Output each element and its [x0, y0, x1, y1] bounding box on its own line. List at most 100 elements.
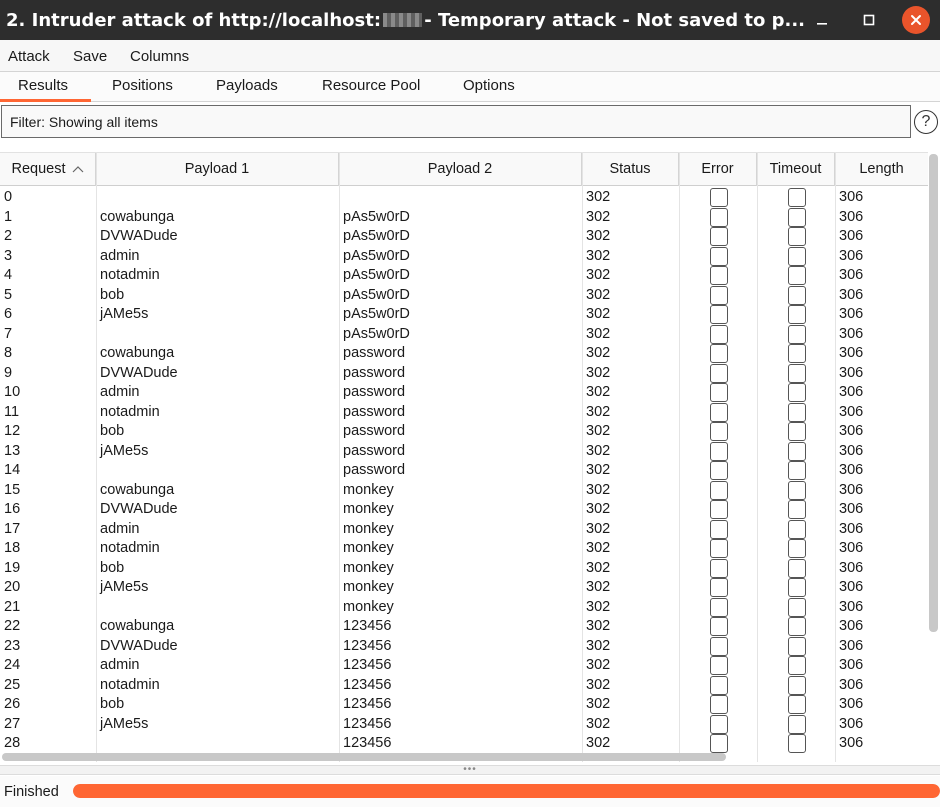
cell-payload2: 123456 — [343, 676, 392, 693]
column-header-timeout[interactable]: Timeout — [757, 153, 835, 186]
tab-resource-pool[interactable]: Resource Pool — [322, 77, 420, 94]
menu-attack[interactable]: Attack — [8, 48, 50, 65]
horizontal-scrollbar[interactable] — [2, 753, 726, 761]
question-circle-icon[interactable]: ? — [914, 110, 938, 134]
column-header-request[interactable]: Request — [0, 153, 96, 186]
table-row[interactable]: 9 DVWADude password 302 306 — [0, 363, 928, 383]
timeout-checkbox — [788, 558, 806, 578]
table-row[interactable]: 18 notadmin monkey 302 306 — [0, 539, 928, 558]
cell-payload1: DVWADude — [100, 637, 178, 654]
column-header-length[interactable]: Length — [835, 153, 928, 186]
cell-length: 306 — [839, 696, 864, 712]
table-row[interactable]: 21 monkey 302 306 — [0, 597, 928, 617]
minimize-button[interactable] — [809, 7, 835, 33]
table-row[interactable]: 26 bob 123456 302 306 — [0, 695, 928, 714]
cell-payload2: pAs5w0rD — [343, 267, 410, 283]
cell-payload1: notadmin — [100, 676, 160, 693]
progress-bar — [73, 784, 940, 798]
cell-request: 11 — [4, 403, 20, 420]
table-row[interactable]: 19 bob monkey 302 306 — [0, 558, 928, 578]
timeout-checkbox — [788, 617, 806, 636]
table-row[interactable]: 3 admin pAs5w0rD 302 306 — [0, 246, 928, 266]
vertical-scrollbar[interactable] — [929, 154, 938, 632]
cell-status: 302 — [586, 637, 611, 654]
table-row[interactable]: 14 password 302 306 — [0, 461, 928, 480]
timeout-checkbox — [788, 480, 806, 500]
cell-request: 2 — [4, 228, 13, 244]
menu-columns[interactable]: Columns — [130, 48, 189, 65]
timeout-checkbox — [788, 500, 806, 519]
column-header-payload1[interactable]: Payload 1 — [96, 153, 339, 186]
menu-save[interactable]: Save — [73, 48, 107, 65]
cell-length: 306 — [839, 247, 864, 264]
table-row[interactable]: 24 admin 123456 302 306 — [0, 656, 928, 675]
table-row[interactable]: 11 notadmin password 302 306 — [0, 402, 928, 422]
table-row[interactable]: 2 DVWADude pAs5w0rD 302 306 — [0, 227, 928, 246]
table-row[interactable]: 13 jAMe5s password 302 306 — [0, 441, 928, 461]
column-header-payload2[interactable]: Payload 2 — [339, 153, 582, 186]
column-header-error[interactable]: Error — [679, 153, 757, 186]
cell-payload1: admin — [100, 247, 140, 264]
timeout-checkbox — [788, 714, 806, 734]
split-pane-handle[interactable]: ••• — [0, 765, 940, 775]
table-row[interactable]: 10 admin password 302 306 — [0, 383, 928, 402]
tab-results[interactable]: Results — [18, 77, 68, 94]
table-row[interactable]: 15 cowabunga monkey 302 306 — [0, 480, 928, 500]
cell-length: 306 — [839, 403, 864, 420]
cell-payload1: cowabunga — [100, 481, 175, 498]
progress-fill — [73, 784, 940, 798]
tab-options[interactable]: Options — [463, 77, 515, 94]
table-row[interactable]: 17 admin monkey 302 306 — [0, 519, 928, 539]
cell-request: 16 — [4, 501, 21, 517]
tab-positions[interactable]: Positions — [112, 77, 173, 94]
table-row[interactable]: 6 jAMe5s pAs5w0rD 302 306 — [0, 305, 928, 324]
table-row[interactable]: 7 pAs5w0rD 302 306 — [0, 324, 928, 344]
table-row[interactable]: 16 DVWADude monkey 302 306 — [0, 500, 928, 519]
cell-request: 14 — [4, 462, 21, 478]
timeout-checkbox — [788, 188, 806, 207]
table-row[interactable]: 28 123456 302 306 — [0, 734, 928, 753]
error-checkbox — [710, 344, 728, 363]
column-header-status[interactable]: Status — [582, 153, 679, 186]
cell-status: 302 — [586, 247, 611, 264]
maximize-button[interactable] — [856, 7, 882, 33]
tab-payloads[interactable]: Payloads — [216, 77, 278, 94]
table-row[interactable]: 5 bob pAs5w0rD 302 306 — [0, 285, 928, 305]
timeout-checkbox — [788, 519, 806, 539]
timeout-checkbox — [788, 461, 806, 480]
cell-request: 7 — [4, 325, 13, 342]
cell-length: 306 — [839, 208, 864, 225]
table-row[interactable]: 0 302 306 — [0, 188, 928, 207]
cell-request: 24 — [4, 657, 21, 673]
error-checkbox — [710, 500, 728, 519]
cell-status: 302 — [586, 442, 611, 459]
cell-request: 18 — [4, 540, 21, 556]
table-row[interactable]: 8 cowabunga password 302 306 — [0, 344, 928, 363]
error-checkbox — [710, 597, 728, 617]
error-checkbox — [710, 188, 728, 207]
table-row[interactable]: 23 DVWADude 123456 302 306 — [0, 636, 928, 656]
table-row[interactable]: 22 cowabunga 123456 302 306 — [0, 617, 928, 636]
cell-payload2: pAs5w0rD — [343, 228, 410, 244]
results-table: Request Payload 1 Payload 2 Status Error… — [0, 150, 940, 765]
cell-status: 302 — [586, 208, 611, 225]
cell-status: 302 — [586, 676, 611, 693]
table-row[interactable]: 12 bob password 302 306 — [0, 422, 928, 441]
error-checkbox — [710, 461, 728, 480]
cell-status: 302 — [586, 735, 611, 751]
menu-bar: Attack Save Columns — [0, 40, 940, 72]
table-row[interactable]: 27 jAMe5s 123456 302 306 — [0, 714, 928, 734]
close-button[interactable] — [902, 6, 930, 34]
cell-payload2: 123456 — [343, 618, 392, 634]
cell-payload2: monkey — [343, 540, 394, 556]
timeout-checkbox — [788, 422, 806, 441]
table-row[interactable]: 20 jAMe5s monkey 302 306 — [0, 578, 928, 597]
cell-status: 302 — [586, 559, 611, 576]
filter-box[interactable]: Filter: Showing all items — [1, 105, 911, 138]
cell-payload2: monkey — [343, 598, 394, 615]
table-row[interactable]: 4 notadmin pAs5w0rD 302 306 — [0, 266, 928, 285]
table-row[interactable]: 1 cowabunga pAs5w0rD 302 306 — [0, 207, 928, 227]
cell-length: 306 — [839, 735, 864, 751]
error-checkbox — [710, 441, 728, 461]
table-row[interactable]: 25 notadmin 123456 302 306 — [0, 675, 928, 695]
